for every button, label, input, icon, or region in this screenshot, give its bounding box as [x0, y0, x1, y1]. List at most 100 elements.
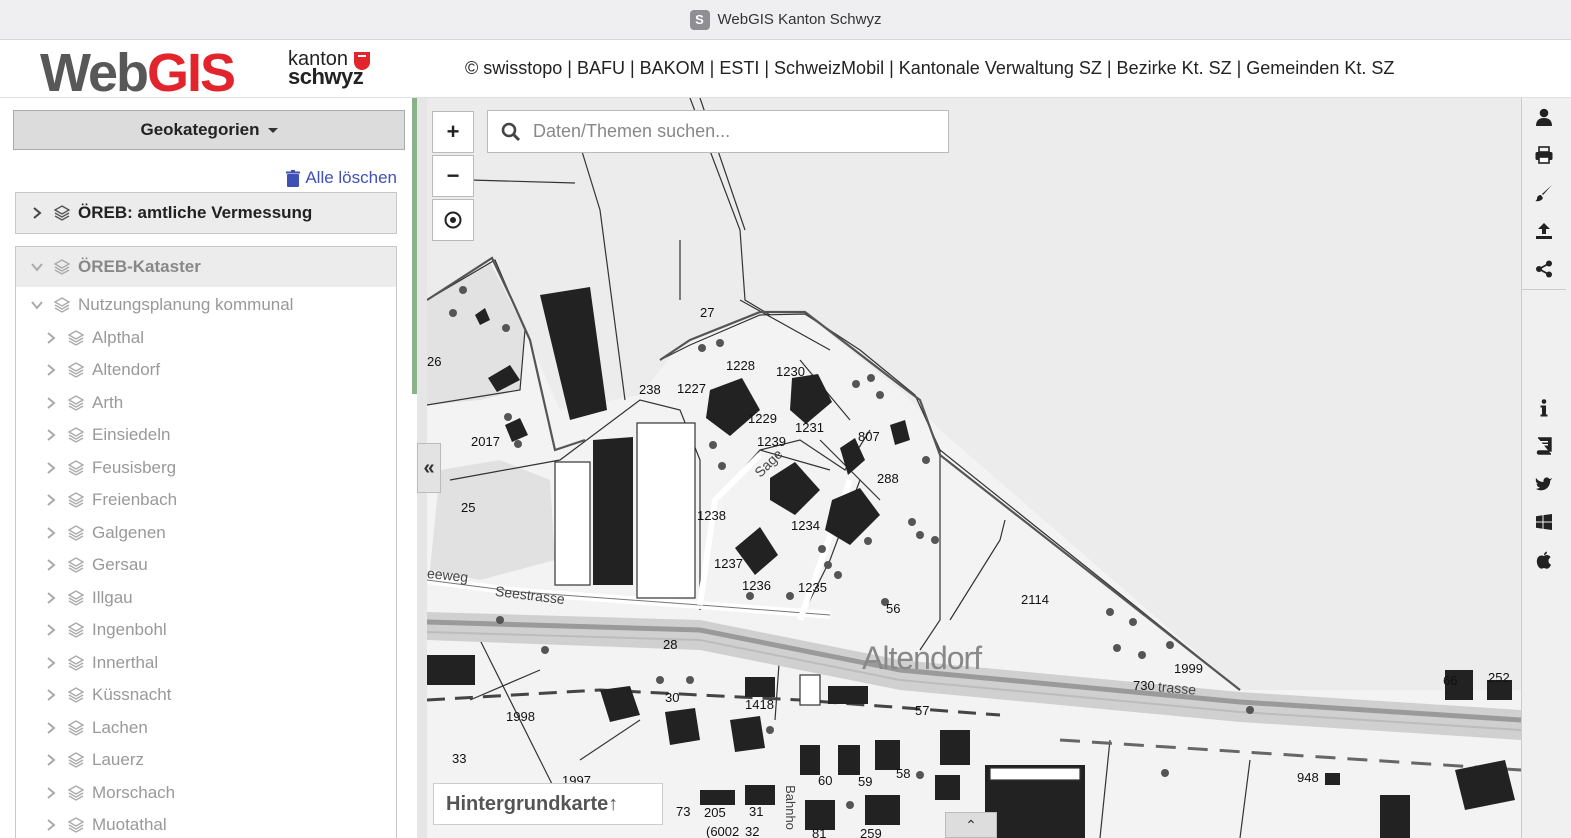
user-button[interactable] — [1522, 98, 1566, 136]
twitter-button[interactable] — [1522, 465, 1566, 503]
place-label: Altendorf — [862, 640, 982, 676]
background-map-button[interactable]: Hintergrundkarte ↑ — [433, 783, 663, 825]
municipality-item[interactable]: Ingenbohl — [16, 614, 396, 647]
right-toolbar — [1521, 98, 1571, 838]
municipality-label: Illgau — [92, 587, 133, 607]
parcel-number-label: 81 — [812, 826, 827, 838]
expand-panel-button[interactable]: ⌃ — [945, 812, 997, 838]
municipality-label: Muotathal — [92, 815, 167, 835]
municipality-item[interactable]: Lachen — [16, 712, 396, 745]
windows-app-button[interactable] — [1522, 503, 1566, 541]
locate-button[interactable] — [432, 199, 474, 241]
parcel-number-label: 1229 — [748, 411, 777, 426]
zoom-in-button[interactable]: + — [432, 111, 474, 153]
apple-app-button[interactable] — [1522, 541, 1566, 579]
municipality-label: Galgenen — [92, 522, 166, 542]
parcel-number-label: (6002 — [706, 824, 740, 838]
chevron-right-icon — [44, 428, 58, 442]
municipality-item[interactable]: Arth — [16, 387, 396, 420]
layer-sidebar: Geokategorien Alle löschen ÖREB: amtlich… — [0, 98, 417, 838]
brush-icon — [1535, 185, 1552, 202]
upload-icon — [1536, 223, 1552, 239]
search-box[interactable] — [487, 110, 949, 153]
municipality-item[interactable]: Feusisberg — [16, 452, 396, 485]
upload-button[interactable] — [1522, 212, 1566, 250]
municipality-list: Alpthal Altendorf Arth Einsiedeln Feusisberg… — [16, 322, 396, 838]
municipality-label: Arth — [92, 392, 124, 412]
parcel-number-label: 27 — [700, 305, 715, 320]
municipality-item[interactable]: Morschach — [16, 777, 396, 810]
print-button[interactable] — [1522, 136, 1566, 174]
parcel-number-label: 1235 — [798, 580, 827, 595]
geokategorien-dropdown[interactable]: Geokategorien — [13, 110, 405, 150]
group-header[interactable]: ÖREB: amtliche Vermessung — [16, 193, 396, 233]
chevron-right-icon — [44, 688, 58, 702]
parcel-number-label: 60 — [818, 773, 833, 788]
municipality-item[interactable]: Küssnacht — [16, 679, 396, 712]
municipality-item[interactable]: Lauerz — [16, 744, 396, 777]
chevron-right-icon — [44, 461, 58, 475]
chevron-right-icon — [44, 623, 58, 637]
municipality-item[interactable]: Alpthal — [16, 322, 396, 355]
parcel-number-label: 1236 — [742, 578, 771, 593]
parcel-number-label: 1231 — [795, 420, 824, 435]
subgroup-label: Nutzungsplanung kommunal — [78, 295, 294, 315]
street-label: trasse — [1157, 678, 1197, 698]
layers-icon — [68, 394, 84, 411]
municipality-label: Gersau — [92, 555, 148, 575]
street-label: Bahnho — [782, 785, 798, 830]
municipality-item[interactable]: Innerthal — [16, 647, 396, 680]
app-header: WebGIS kanton schwyz © swisstopo | BAFU … — [0, 40, 1571, 103]
layers-icon — [68, 817, 84, 834]
municipality-item[interactable]: Illgau — [16, 582, 396, 615]
parcel-number-label: 259 — [860, 826, 882, 838]
draw-button[interactable] — [1522, 174, 1566, 212]
share-button[interactable] — [1522, 250, 1566, 288]
municipality-item[interactable]: Muotathal — [16, 809, 396, 838]
kanton-schwyz-logo[interactable]: kanton schwyz — [288, 49, 370, 89]
group-oereb-vermessung[interactable]: ÖREB: amtliche Vermessung — [15, 192, 397, 234]
parcel-number-label: 33 — [452, 751, 467, 766]
info-icon — [1540, 399, 1548, 417]
chevron-right-icon — [44, 363, 58, 377]
chevron-right-icon — [44, 753, 58, 767]
layers-icon — [68, 557, 84, 574]
chevron-right-icon — [44, 656, 58, 670]
group-header[interactable]: ÖREB-Kataster — [16, 247, 396, 287]
webgis-logo[interactable]: WebGIS — [40, 42, 236, 104]
crosshair-icon — [444, 211, 462, 229]
layers-icon — [68, 589, 84, 606]
group-oereb-kataster[interactable]: ÖREB-Kataster Nutzungsplanung kommunal A… — [15, 246, 397, 838]
print-icon — [1535, 146, 1553, 164]
municipality-item[interactable]: Freienbach — [16, 484, 396, 517]
layers-icon — [54, 205, 70, 221]
clear-all-button[interactable]: Alle löschen — [286, 168, 397, 188]
parcel-number-label: 1237 — [714, 556, 743, 571]
parcel-number-label: 1228 — [726, 358, 755, 373]
layers-icon — [68, 362, 84, 379]
manual-button[interactable] — [1522, 427, 1566, 465]
municipality-item[interactable]: Einsiedeln — [16, 419, 396, 452]
map-canvas[interactable]: 27 1228 1230 1227 238 1229 1231 807 1239 26 2017 28… — [427, 98, 1521, 838]
municipality-item[interactable]: Galgenen — [16, 517, 396, 550]
chevron-right-icon — [44, 818, 58, 832]
parcel-number-label: 2017 — [471, 434, 500, 449]
windows-icon — [1536, 514, 1552, 530]
search-input[interactable] — [531, 120, 935, 143]
municipality-label: Einsiedeln — [92, 425, 171, 445]
municipality-item[interactable]: Altendorf — [16, 354, 396, 387]
zoom-out-button[interactable]: − — [432, 155, 474, 197]
parcel-number-label: 252 — [1488, 670, 1510, 685]
collapse-sidebar-button[interactable]: « — [417, 443, 441, 493]
group-title: ÖREB: amtliche Vermessung — [78, 203, 313, 222]
municipality-item[interactable]: Gersau — [16, 549, 396, 582]
parcel-number-label: 807 — [858, 429, 880, 444]
layers-icon — [68, 752, 84, 769]
parcel-number-label: 28 — [663, 637, 678, 652]
info-button[interactable] — [1522, 389, 1566, 427]
schwyz-text: schwyz — [288, 64, 364, 89]
subgroup-nutzungsplanung[interactable]: Nutzungsplanung kommunal — [16, 289, 396, 322]
parcel-number-label: 1234 — [791, 518, 820, 533]
parcel-number-label: 73 — [676, 804, 691, 819]
layers-icon — [68, 459, 84, 476]
